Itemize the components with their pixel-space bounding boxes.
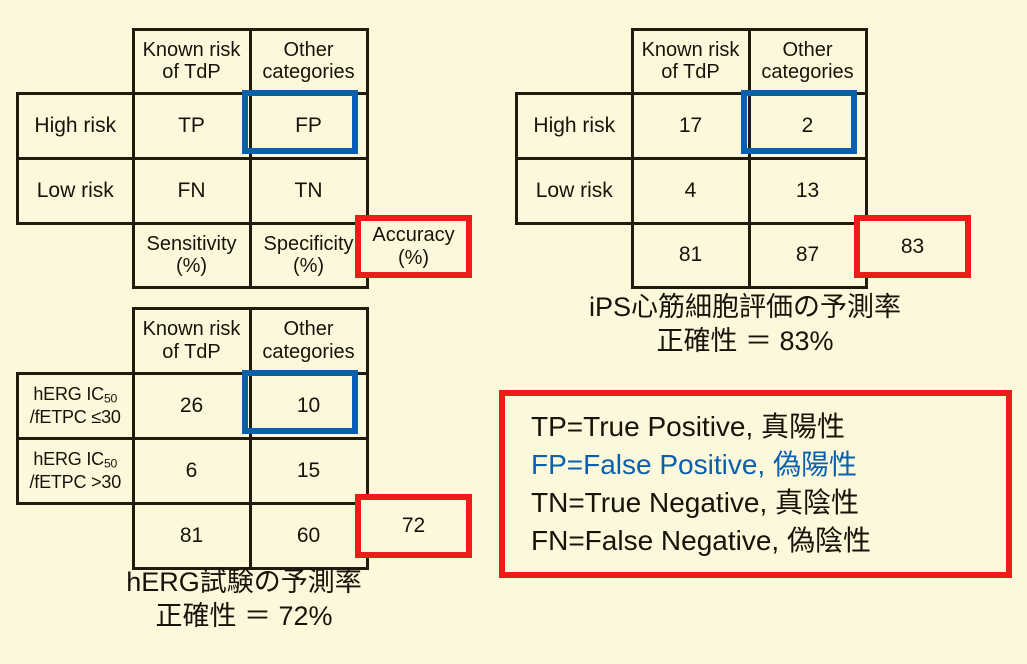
table-header-row: Known risk of TdP Other categories bbox=[17, 307, 369, 375]
legend-line-fn: FN=False Negative, 偽陰性 bbox=[531, 524, 871, 556]
metric-specificity: Specificity (%) bbox=[248, 221, 369, 289]
header-known-risk-line1: Known risk bbox=[142, 318, 241, 341]
ips-caption-line1: iPS心筋細胞評価の予測率 bbox=[588, 292, 902, 322]
metric-specificity-value: 60 bbox=[248, 501, 369, 570]
template-matrix-table: Known risk of TdP Other categories High … bbox=[16, 28, 369, 289]
legend-line-fp: FP=False Positive, 偽陽性 bbox=[531, 449, 857, 481]
row-label-low-risk: Low risk bbox=[515, 156, 634, 225]
header-known-risk-line1: Known risk bbox=[641, 38, 740, 61]
header-known-risk-line2: of TdP bbox=[162, 61, 221, 84]
cell-true-negative: 15 bbox=[248, 436, 369, 505]
metric-specificity-label: Specificity bbox=[263, 232, 354, 255]
corner-cell bbox=[17, 29, 133, 93]
row-label-herg-prefix: hERG IC bbox=[33, 449, 104, 470]
cell-fn: FN bbox=[131, 156, 252, 225]
herg-caption-line2: 正確性 ＝ 72% bbox=[155, 601, 333, 632]
metric-accuracy-ips: 83 bbox=[854, 215, 971, 278]
metric-row-spacer bbox=[516, 223, 632, 288]
header-other-line1: Other bbox=[283, 318, 334, 341]
table-header-row: Known risk of TdP Other categories bbox=[516, 28, 868, 95]
cell-tp: TP bbox=[131, 91, 252, 160]
corner-cell bbox=[17, 308, 133, 373]
table-row: Low risk 4 13 bbox=[515, 156, 868, 225]
metric-sensitivity-label: Sensitivity bbox=[146, 232, 237, 255]
metric-sensitivity-value: 81 bbox=[630, 221, 751, 289]
header-known-risk-line1: Known risk bbox=[142, 38, 241, 61]
row-label-low-risk: Low risk bbox=[16, 156, 135, 225]
cell-false-negative: 4 bbox=[630, 156, 751, 225]
cell-fp: FP bbox=[248, 91, 369, 160]
header-other-line2: categories bbox=[262, 61, 355, 84]
figure-canvas: Known risk of TdP Other categories High … bbox=[0, 0, 1027, 664]
metric-accuracy-herg-value: 72 bbox=[401, 514, 426, 538]
header-known-risk-line2: of TdP bbox=[162, 340, 221, 363]
metric-accuracy-ips-value: 83 bbox=[900, 234, 925, 258]
metric-accuracy-label: Accuracy bbox=[372, 224, 455, 247]
table-row: High risk 17 2 bbox=[515, 91, 868, 160]
cell-true-negative: 13 bbox=[747, 156, 868, 225]
row-label-herg-subscript: 50 bbox=[103, 391, 118, 406]
header-known-risk: Known risk of TdP bbox=[131, 28, 252, 95]
metric-sensitivity-value: 81 bbox=[131, 501, 252, 570]
row-label-high-risk: High risk bbox=[515, 91, 634, 160]
row-label-herg-subscript: 50 bbox=[103, 456, 118, 471]
row-label-herg-condition: /fETPC ≤30 bbox=[29, 406, 121, 427]
herg-caption: hERG試験の予測率 正確性 ＝ 72% bbox=[16, 565, 472, 633]
table-metric-row: 81 87 bbox=[516, 221, 868, 289]
metric-specificity-value: 87 bbox=[747, 221, 868, 289]
header-other-categories: Other categories bbox=[747, 28, 868, 95]
legend-line-tp: TP=True Positive, 真陽性 bbox=[531, 411, 846, 443]
header-other-categories: Other categories bbox=[248, 28, 369, 95]
metric-accuracy-unit: (%) bbox=[397, 246, 430, 269]
cell-true-positive: 26 bbox=[131, 371, 252, 440]
row-label-high-risk: High risk bbox=[16, 91, 135, 160]
ips-matrix-table: Known risk of TdP Other categories High … bbox=[515, 28, 868, 289]
table-row: High risk TP FP bbox=[16, 91, 369, 160]
cell-true-positive: 17 bbox=[630, 91, 751, 160]
table-row: hERG IC50 /fETPC ≤30 26 10 bbox=[16, 371, 369, 440]
corner-cell bbox=[516, 29, 632, 93]
ips-caption-line2: 正確性 ＝ 83% bbox=[656, 326, 834, 357]
table-metric-row: Sensitivity (%) Specificity (%) bbox=[17, 221, 369, 289]
header-known-risk-line2: of TdP bbox=[661, 61, 720, 84]
cell-false-negative: 6 bbox=[131, 436, 252, 505]
header-other-categories: Other categories bbox=[248, 307, 369, 375]
metric-accuracy-herg: 72 bbox=[355, 494, 472, 558]
cell-false-positive: 10 bbox=[248, 371, 369, 440]
abbreviation-legend-box: TP=True Positive, 真陽性 FP=False Positive,… bbox=[499, 390, 1012, 578]
row-label-herg-low-ratio: hERG IC50 /fETPC ≤30 bbox=[16, 371, 135, 440]
metric-row-spacer bbox=[17, 223, 133, 288]
metric-sensitivity-unit: (%) bbox=[175, 255, 208, 278]
table-row: Low risk FN TN bbox=[16, 156, 369, 225]
herg-matrix-table: Known risk of TdP Other categories hERG … bbox=[16, 307, 369, 570]
row-label-herg-condition: /fETPC >30 bbox=[29, 471, 122, 492]
header-other-line1: Other bbox=[782, 38, 833, 61]
ips-caption: iPS心筋細胞評価の予測率 正確性 ＝ 83% bbox=[515, 290, 975, 358]
cell-false-positive: 2 bbox=[747, 91, 868, 160]
table-metric-row: 81 60 bbox=[17, 501, 369, 570]
metric-row-spacer bbox=[17, 503, 133, 569]
metric-accuracy-template: Accuracy (%) bbox=[355, 215, 472, 278]
table-row: hERG IC50 /fETPC >30 6 15 bbox=[16, 436, 369, 505]
herg-caption-line1: hERG試験の予測率 bbox=[126, 567, 362, 597]
header-other-line1: Other bbox=[283, 38, 334, 61]
table-header-row: Known risk of TdP Other categories bbox=[17, 28, 369, 95]
cell-tn: TN bbox=[248, 156, 369, 225]
metric-sensitivity: Sensitivity (%) bbox=[131, 221, 252, 289]
metric-specificity-unit: (%) bbox=[292, 255, 325, 278]
legend-line-tn: TN=True Negative, 真陰性 bbox=[531, 487, 860, 518]
row-label-herg-prefix: hERG IC bbox=[33, 384, 104, 405]
header-known-risk: Known risk of TdP bbox=[131, 307, 252, 375]
header-other-line2: categories bbox=[761, 61, 854, 84]
header-known-risk: Known risk of TdP bbox=[630, 28, 751, 95]
header-other-line2: categories bbox=[262, 340, 355, 363]
row-label-herg-high-ratio: hERG IC50 /fETPC >30 bbox=[16, 436, 135, 505]
